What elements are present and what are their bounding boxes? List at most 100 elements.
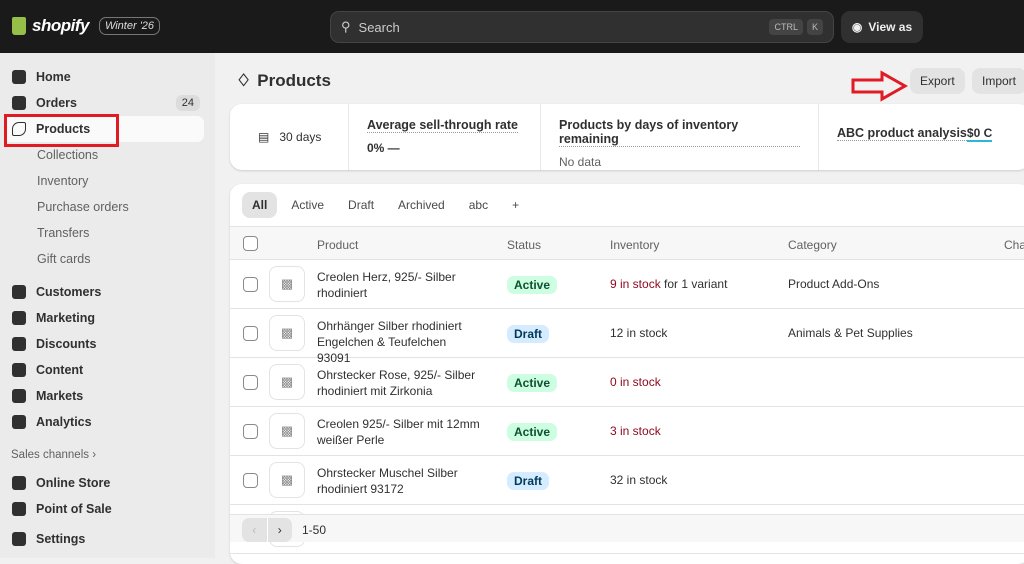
table-header: Product Status Inventory Category Cha [230,226,1024,260]
shopify-logo[interactable]: shopify Winter '26 [12,16,161,36]
table-row[interactable]: ▩ Ohrstecker Rose, 925/- Silber rhodinier… [230,358,1024,407]
select-all-checkbox[interactable] [243,236,258,251]
row-checkbox[interactable] [243,326,258,341]
sidebar-item-settings[interactable]: Settings [4,526,204,552]
sidebar-item-markets[interactable]: Markets [4,383,204,409]
target-icon [12,311,26,325]
sidebar-item-label: Markets [36,389,84,403]
tag-icon: ♢ [236,71,252,90]
column-status[interactable]: Status [507,238,541,252]
home-icon [12,70,26,84]
sidebar-item-label: Marketing [36,311,96,325]
date-range-button[interactable]: ▤ 30 days [258,130,321,144]
table-row[interactable]: ▩ Ohrstecker Muschel Silber rhodiniert 93… [230,456,1024,505]
products-table-card: All Active Draft Archived abc + Product Statu… [230,184,1024,564]
search-input[interactable]: ⚲ Search CTRL K [330,11,834,43]
sidebar-item-purchase-orders[interactable]: Purchase orders [4,194,204,220]
row-checkbox[interactable] [243,473,258,488]
content-icon [12,363,26,377]
add-view-button[interactable]: + [502,192,529,218]
product-name[interactable]: Ohrstecker Rose, 925/- Silber rhodiniert… [317,367,482,399]
page-title: ♢ Products [236,71,331,91]
metric-days-inventory[interactable]: Products by days of inventory remaining N… [540,104,818,170]
column-inventory[interactable]: Inventory [610,238,659,252]
sidebar-item-label: Home [36,70,71,84]
sidebar-item-inventory[interactable]: Inventory [4,168,204,194]
row-checkbox[interactable] [243,375,258,390]
tab-active[interactable]: Active [281,192,334,218]
table-row[interactable]: ▩ Creolen Herz, 925/- Silber rhodiniert Ac… [230,260,1024,309]
chart-icon [12,415,26,429]
version-badge: Winter '26 [98,17,161,35]
search-icon: ⚲ [341,19,351,34]
sidebar-item-label: Customers [36,285,102,299]
metric-sell-through[interactable]: Average sell-through rate 0% — [348,104,540,170]
sidebar-item-home[interactable]: Home [4,64,204,90]
sidebar-item-discounts[interactable]: Discounts [4,331,204,357]
product-name[interactable]: Creolen 925/- Silber mit 12mm weißer Per… [317,416,482,448]
image-placeholder-icon: ▩ [269,266,305,302]
page-title-text: Products [257,71,331,90]
sidebar-item-label: Inventory [37,174,89,188]
column-channels[interactable]: Cha [1004,238,1024,252]
page-range: 1-50 [302,523,327,537]
pagination: ‹ › 1-50 [230,514,1024,542]
globe-icon [12,389,26,403]
annotation-highlight-box [4,114,119,147]
tab-abc[interactable]: abc [459,192,498,218]
import-button[interactable]: Import [972,68,1024,94]
inventory-count: 0 in stock [610,375,661,389]
next-page-button[interactable]: › [266,518,293,542]
sidebar-item-online-store[interactable]: Online Store [4,470,204,496]
row-checkbox[interactable] [243,277,258,292]
metric-value: $0 C [966,126,993,142]
product-name[interactable]: Creolen Herz, 925/- Silber rhodiniert [317,269,482,301]
table-row[interactable]: ▩ Creolen 925/- Silber mit 12mm weißer Pe… [230,407,1024,456]
image-placeholder-icon: ▩ [269,413,305,449]
column-product[interactable]: Product [317,238,358,252]
shopify-bag-icon [12,17,26,35]
product-name[interactable]: Ohrstecker Muschel Silber rhodiniert 931… [317,465,482,497]
sidebar-item-label: Online Store [36,476,111,490]
sidebar-item-customers[interactable]: Customers [4,279,204,305]
discount-icon [12,337,26,351]
date-range-label: 30 days [279,130,322,144]
status-badge: Active [507,423,558,441]
tab-all[interactable]: All [242,192,278,218]
category: Product Add-Ons [788,277,880,291]
metric-title: ABC product analysis [837,126,967,141]
sidebar-item-orders[interactable]: Orders 24 [4,90,204,116]
inventory-count: 12 in stock [610,326,668,340]
inventory-count: 32 in stock [610,473,668,487]
sidebar-item-analytics[interactable]: Analytics [4,409,204,435]
prev-page-button[interactable]: ‹ [242,518,267,542]
metric-abc[interactable]: ABC product analysis$0 C [818,104,1024,170]
view-as-label: View as [868,20,913,34]
export-button[interactable]: Export [910,68,965,94]
annotation-arrow-icon [851,70,908,102]
sidebar-item-label: Collections [37,148,99,162]
settings-icon [12,532,26,546]
sidebar-item-label: Content [36,363,84,377]
metric-value: 0% — [367,141,400,155]
table-row[interactable]: ▩ Ohrhänger Silber rhodiniert Engelchen &… [230,309,1024,365]
tab-archived[interactable]: Archived [388,192,455,218]
sidebar-item-label: Transfers [37,226,90,240]
sidebar-item-marketing[interactable]: Marketing [4,305,204,331]
sidebar-item-content[interactable]: Content [4,357,204,383]
image-placeholder-icon: ▩ [269,364,305,400]
calendar-icon: ▤ [258,130,270,144]
sidebar-item-label: Analytics [36,415,92,429]
sidebar-item-gift-cards[interactable]: Gift cards [4,246,204,272]
top-bar: shopify Winter '26 ⚲ Search CTRL K ◉ View as [0,0,1024,53]
row-checkbox[interactable] [243,424,258,439]
category: Animals & Pet Supplies [788,326,913,340]
sales-channels-heading[interactable]: Sales channels › [11,449,96,461]
tab-draft[interactable]: Draft [338,192,384,218]
sidebar-item-transfers[interactable]: Transfers [4,220,204,246]
column-category[interactable]: Category [788,238,837,252]
metric-value: No data [559,155,602,169]
view-as-button[interactable]: ◉ View as [841,11,923,43]
status-badge: Draft [507,472,550,490]
sidebar-item-point-of-sale[interactable]: Point of Sale [4,496,204,522]
